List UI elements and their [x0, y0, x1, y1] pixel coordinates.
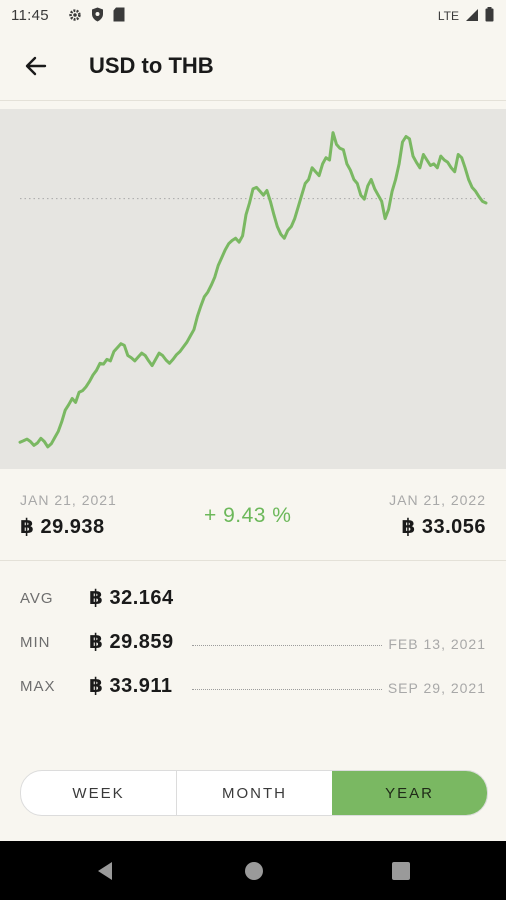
divider	[0, 100, 506, 101]
end-date: JAN 21, 2022	[389, 492, 486, 508]
home-circle-icon[interactable]	[242, 859, 266, 883]
battery-icon	[485, 7, 494, 25]
app-bar: USD to THB	[0, 32, 506, 100]
dotted-leader	[192, 645, 382, 646]
end-value: ฿ 33.056	[401, 516, 486, 538]
start-date: JAN 21, 2021	[20, 492, 117, 508]
signal-icon	[465, 8, 479, 25]
period-selector: WEEK MONTH YEAR	[20, 770, 488, 816]
stat-date: SEP 29, 2021	[387, 680, 486, 696]
status-bar: 11:45 LTE	[0, 0, 506, 32]
period-week-button[interactable]: WEEK	[21, 771, 176, 815]
stat-value: ฿ 33.911	[89, 675, 173, 697]
divider	[0, 560, 506, 561]
stat-value: ฿ 29.859	[89, 631, 174, 653]
status-time: 11:45	[11, 7, 49, 24]
stat-value: ฿ 32.164	[89, 587, 174, 609]
back-triangle-icon[interactable]	[94, 859, 118, 883]
recents-square-icon[interactable]	[389, 859, 413, 883]
shield-icon	[91, 7, 104, 26]
system-nav-bar	[0, 841, 506, 900]
line-chart	[18, 131, 488, 449]
stat-label: MIN	[20, 634, 51, 651]
start-value: ฿ 29.938	[20, 516, 105, 538]
page-title: USD to THB	[89, 53, 214, 78]
period-year-button[interactable]: YEAR	[332, 771, 487, 815]
sd-card-icon	[113, 7, 125, 26]
period-month-button[interactable]: MONTH	[176, 771, 332, 815]
stat-max: MAX ฿ 33.911 SEP 29, 2021	[0, 672, 506, 702]
stat-avg: AVG ฿ 32.164	[0, 584, 506, 614]
gear-icon	[68, 8, 82, 26]
period-summary: JAN 21, 2021 ฿ 29.938 + 9.43 % JAN 21, 2…	[0, 470, 506, 560]
change-percent: + 9.43 %	[204, 504, 292, 527]
stat-label: AVG	[20, 590, 54, 607]
series-line	[18, 131, 488, 449]
stat-min: MIN ฿ 29.859 FEB 13, 2021	[0, 628, 506, 658]
arrow-left-icon[interactable]	[22, 52, 50, 80]
stat-date: FEB 13, 2021	[388, 636, 486, 652]
stat-label: MAX	[20, 678, 56, 695]
rate-chart	[0, 109, 506, 469]
network-type: LTE	[437, 9, 459, 23]
dotted-leader	[192, 689, 382, 690]
